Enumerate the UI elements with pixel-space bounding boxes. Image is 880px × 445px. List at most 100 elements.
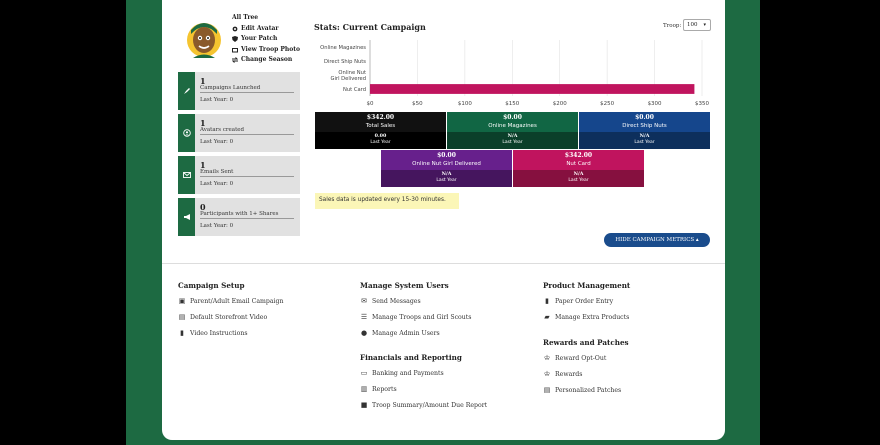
- menu-item-parent-email-campaign[interactable]: ▣ Parent/Adult Email Campaign: [178, 297, 284, 305]
- x-tick-label: $0: [367, 101, 374, 107]
- x-tick-label: $300: [648, 101, 662, 107]
- menu-item-default-storefront-video[interactable]: ▤ Default Storefront Video: [178, 313, 268, 321]
- trophy-icon: ♔: [543, 354, 551, 362]
- avatar: [187, 23, 221, 58]
- menu-item-manage-extra-products[interactable]: ▰ Manage Extra Products: [543, 313, 629, 321]
- tile-last-label: Last Year: [436, 178, 457, 183]
- tile-name: Nut Card: [566, 161, 591, 167]
- cart-icon: ▰: [544, 313, 550, 321]
- x-tick-label: $150: [505, 101, 519, 107]
- menu-item-rewards[interactable]: ♔ Rewards: [543, 370, 583, 378]
- envelope-icon: ✉: [361, 297, 367, 305]
- tile-value: $342.00: [564, 152, 593, 159]
- menu-item-send-messages[interactable]: ✉ Send Messages: [360, 297, 421, 305]
- sales-bar-chart: $0 $50 $100 $150 $200 $250 $300 $350 Online Maga…: [320, 40, 709, 107]
- tile-last-value: N/A: [573, 171, 584, 177]
- user-badge-icon: ▣: [178, 297, 186, 305]
- stat-participants-shares: 0 Participants with 1+ Shares Last Year:…: [178, 198, 300, 236]
- stat-last-year: Last Year: 0: [200, 139, 234, 145]
- folder-icon: ■: [360, 401, 368, 409]
- profile-link-view-troop-photo[interactable]: View Troop Photo: [232, 45, 300, 56]
- tile-bottom: 0.00 Last Year: [315, 132, 446, 149]
- tile-nut-card: $342.00 Nut Card N/A Last Year: [513, 150, 644, 187]
- tile-value: $0.00: [437, 152, 456, 159]
- x-tick-label: $200: [553, 101, 567, 107]
- profile-link-change-season[interactable]: Change Season: [231, 55, 300, 66]
- tile-last-value: 0.00: [374, 133, 387, 139]
- chart-icon: ▥: [360, 385, 368, 393]
- stat-last-year: Last Year: 0: [200, 97, 234, 103]
- stat-label: Campaigns Launched: [200, 85, 294, 93]
- menu-item-personalized-patches[interactable]: ▤ Personalized Patches: [543, 386, 622, 394]
- stat-emails-sent: 1 Emails Sent Last Year: 0: [178, 156, 300, 194]
- menu-item-banking-payments[interactable]: ▭ Banking and Payments: [360, 369, 444, 377]
- tile-last-label: Last Year: [370, 140, 391, 145]
- profile-link-edit-avatar[interactable]: Edit Avatar: [232, 24, 300, 35]
- tile-top: $342.00 Total Sales: [315, 112, 446, 132]
- image-icon: [232, 47, 238, 53]
- film-icon: ▤: [178, 313, 186, 321]
- x-tick-label: $250: [600, 101, 614, 107]
- user-circle-icon: [178, 114, 195, 152]
- menu-heading-financials: Financials and Reporting: [360, 353, 462, 362]
- doc-icon: ▤: [543, 386, 551, 394]
- list-icon: ☰: [360, 313, 368, 321]
- menu-item-paper-order-entry[interactable]: ▮ Paper Order Entry: [543, 297, 613, 305]
- tile-name: Direct Ship Nuts: [622, 123, 667, 129]
- stats-title: Stats: Current Campaign: [314, 22, 426, 32]
- stat-last-year: Last Year: 0: [200, 223, 234, 229]
- x-tick-label: $100: [458, 101, 472, 107]
- tile-name: Total Sales: [365, 123, 396, 129]
- menu-item-reward-opt-out[interactable]: ♔ Reward Opt-Out: [543, 354, 607, 362]
- menu-item-manage-troops[interactable]: ☰ Manage Troops and Girl Scouts: [360, 313, 472, 321]
- y-tick-label: Online Magazines: [320, 45, 366, 51]
- menu-heading-campaign-setup: Campaign Setup: [178, 281, 245, 290]
- menu-item-troop-summary[interactable]: ■ Troop Summary/Amount Due Report: [360, 401, 487, 409]
- tile-last-value: N/A: [507, 133, 518, 139]
- chevron-down-icon: ▾: [703, 22, 706, 28]
- stat-label: Emails Sent: [200, 169, 294, 177]
- menu-heading-rewards: Rewards and Patches: [543, 338, 629, 347]
- tile-value: $0.00: [635, 114, 654, 121]
- menu-item-reports[interactable]: ▥ Reports: [360, 385, 397, 393]
- stat-avatars-created: 1 Avatars created Last Year: 0: [178, 114, 300, 152]
- tile-last-value: N/A: [441, 171, 452, 177]
- tile-last-label: Last Year: [634, 140, 655, 145]
- card-icon: ▭: [360, 369, 368, 377]
- tile-value: $342.00: [366, 114, 395, 121]
- profile-link-your-patch[interactable]: Your Patch: [232, 34, 300, 45]
- tile-last-label: Last Year: [568, 178, 589, 183]
- tile-last-value: N/A: [639, 133, 650, 139]
- trophy-icon: ♔: [543, 370, 551, 378]
- menu-heading-product-management: Product Management: [543, 281, 631, 290]
- menu-item-manage-admin-users[interactable]: ● Manage Admin Users: [360, 329, 440, 337]
- tile-value: $0.00: [503, 114, 522, 121]
- tile-bottom: N/A Last Year: [579, 132, 710, 149]
- hide-campaign-metrics-button[interactable]: HIDE CAMPAIGN METRICS ▴: [604, 233, 710, 247]
- envelope-icon: [178, 156, 195, 194]
- tile-bottom: N/A Last Year: [513, 170, 644, 187]
- stat-label: Participants with 1+ Shares: [200, 211, 294, 219]
- sales-update-notice: Sales data is updated every 15-30 minute…: [315, 193, 459, 209]
- y-tick-label: Online Nut Girl Delivered: [330, 70, 366, 82]
- profile-link-all-tree[interactable]: All Tree: [232, 13, 300, 24]
- tile-top: $0.00 Online Magazines: [447, 112, 578, 132]
- tile-direct-ship-nuts: $0.00 Direct Ship Nuts N/A Last Year: [579, 112, 710, 149]
- tile-bottom: N/A Last Year: [381, 170, 512, 187]
- stat-last-year: Last Year: 0: [200, 181, 234, 187]
- users-icon: ●: [360, 329, 368, 337]
- tile-online-nut-girl-delivered: $0.00 Online Nut Girl Delivered N/A Last…: [381, 150, 512, 187]
- swap-icon: [231, 57, 239, 64]
- y-tick-label: Direct Ship Nuts: [324, 59, 366, 65]
- menu-item-video-instructions[interactable]: ▮ Video Instructions: [178, 329, 247, 337]
- divider: [162, 263, 725, 264]
- tile-top: $0.00 Direct Ship Nuts: [579, 112, 710, 132]
- tile-name: Online Magazines: [488, 123, 537, 129]
- tile-bottom: N/A Last Year: [447, 132, 578, 149]
- tile-top: $342.00 Nut Card: [513, 150, 644, 170]
- x-tick-label: $50: [412, 101, 423, 107]
- stat-campaigns-launched: 1 Campaigns Launched Last Year: 0: [178, 72, 300, 110]
- troop-select[interactable]: 100 ▾: [683, 19, 711, 31]
- shield-icon: [232, 36, 238, 43]
- profile-links: All Tree Edit Avatar Your Patch View Tro…: [231, 13, 300, 66]
